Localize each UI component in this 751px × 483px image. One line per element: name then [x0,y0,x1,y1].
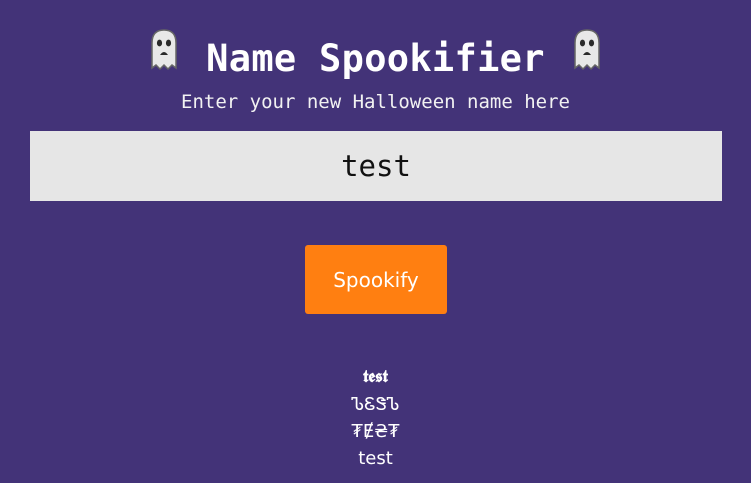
spookify-button[interactable]: Spookify [305,245,447,314]
page-title: Name Spookifier [206,37,545,80]
ghost-icon [574,29,600,71]
header: Name Spookifier [0,26,751,80]
results-list: 𝖙𝖊𝖘𝖙 ᏖᏋᏕᏖ ₮Ɇ₴₮ test [0,364,751,472]
subtitle: Enter your new Halloween name here [181,91,570,113]
result-cherokee: ᏖᏋᏕᏖ [351,394,400,415]
result-plain: test [358,448,393,469]
name-input[interactable] [30,131,722,201]
result-fraktur: 𝖙𝖊𝖘𝖙 [363,367,388,387]
result-currency: ₮Ɇ₴₮ [351,421,400,442]
